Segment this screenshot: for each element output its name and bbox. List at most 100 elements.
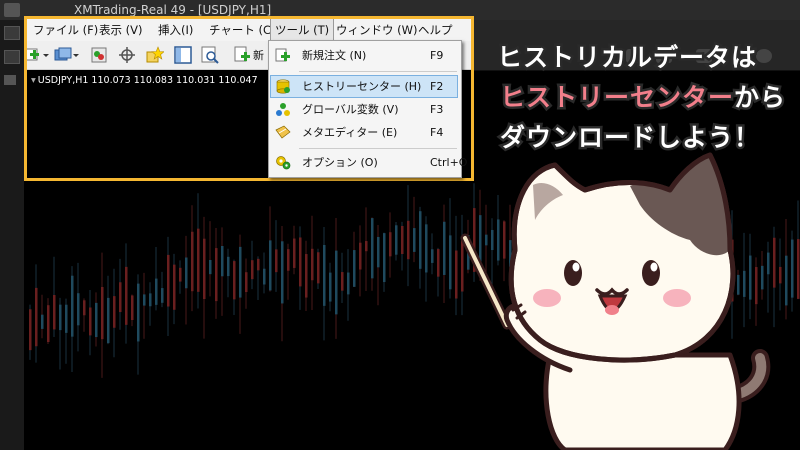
global-variables-icon xyxy=(276,103,290,116)
navigator-crosshair-icon[interactable] xyxy=(118,46,136,64)
meta-editor-icon xyxy=(275,125,291,139)
menu-window[interactable]: ウィンドウ (W) xyxy=(332,19,422,41)
dropdown-arrow-icon[interactable] xyxy=(41,46,51,64)
menu-item-history-center[interactable]: ヒストリーセンター (H) F2 xyxy=(270,75,458,98)
background-candle-body xyxy=(143,294,146,306)
menu-item-shortcut: F4 xyxy=(430,126,444,139)
annotation-text: ヒストリカルデータは xyxy=(494,41,758,75)
background-candle-body xyxy=(137,283,140,342)
background-candle-body xyxy=(389,232,392,257)
background-candle-body xyxy=(77,293,80,326)
background-candle-body xyxy=(221,245,224,277)
background-candle-body xyxy=(215,248,218,302)
background-candle-body xyxy=(371,218,374,279)
new-chart-plus-icon[interactable] xyxy=(24,46,41,64)
menu-item-meta-editor[interactable]: メタエディター (E) F4 xyxy=(270,121,458,144)
menu-file[interactable]: ファイル (F) xyxy=(29,19,102,41)
new-order-icon xyxy=(275,48,290,62)
background-candle-body xyxy=(437,249,440,277)
background-candle-body xyxy=(125,266,128,325)
background-candle-body xyxy=(425,224,428,273)
menu-item-new-order[interactable]: 新規注文 (N) F9 xyxy=(270,44,458,67)
background-candle-body xyxy=(413,228,416,252)
chart-window-icon[interactable] xyxy=(4,26,20,40)
background-candle-body xyxy=(59,304,62,331)
options-icon xyxy=(276,156,291,170)
menu-item-shortcut: F3 xyxy=(430,103,444,116)
strategy-tester-icon[interactable] xyxy=(201,46,219,64)
menu-separator xyxy=(299,71,457,72)
favorites-star-icon[interactable] xyxy=(146,46,164,64)
market-watch-icon[interactable] xyxy=(90,46,108,64)
terminal-window-icon[interactable] xyxy=(174,46,192,64)
menu-item-options[interactable]: オプション (O) Ctrl+O xyxy=(270,151,467,174)
background-candle-body xyxy=(173,264,176,310)
background-candle-body xyxy=(113,296,116,328)
background-candle-body xyxy=(185,257,188,289)
background-candle-body xyxy=(317,252,320,284)
menu-separator xyxy=(299,148,457,149)
menu-item-label: メタエディター (E) xyxy=(302,126,398,139)
background-candle-body xyxy=(443,221,446,275)
clock-icon[interactable] xyxy=(756,49,772,63)
background-candle-body xyxy=(179,267,182,282)
background-candle-body xyxy=(449,235,452,290)
menu-item-label: ヒストリーセンター (H) xyxy=(302,80,422,93)
background-candle-body xyxy=(287,249,290,271)
new-order-toolbar-label[interactable]: 新 xyxy=(253,47,264,63)
background-candle-body xyxy=(29,309,32,351)
background-candle-body xyxy=(383,233,386,283)
collapse-arrow-icon[interactable] xyxy=(4,75,16,85)
background-candle-body xyxy=(305,254,308,298)
background-candle-body xyxy=(71,275,74,337)
menu-help[interactable]: ヘルプ (H) xyxy=(414,19,471,59)
new-chart-icon[interactable] xyxy=(4,50,20,64)
background-candle-body xyxy=(119,282,122,313)
background-candle-body xyxy=(257,258,260,271)
annotation-text: から xyxy=(732,81,788,115)
menu-tools[interactable]: ツール (T) xyxy=(269,19,335,42)
menu-item-global-variables[interactable]: グローバル変数 (V) F3 xyxy=(270,98,458,121)
app-icon xyxy=(4,3,20,17)
history-center-icon xyxy=(276,79,290,94)
background-candle-body xyxy=(167,254,170,307)
new-order-toolbar-icon[interactable] xyxy=(233,46,251,64)
background-candle-body xyxy=(329,272,332,302)
background-candle-body xyxy=(335,250,338,315)
background-candle-body xyxy=(107,297,110,344)
annotation-line-2: ヒストリーセンターから xyxy=(497,78,788,115)
background-candle-body xyxy=(275,249,278,273)
background-candle-body xyxy=(263,268,266,285)
background-candle-body xyxy=(359,242,362,270)
menubar: ファイル (F) 表示 (V) 挿入(I) チャート (C) ツール (T) ウ… xyxy=(27,19,471,59)
background-candle-body xyxy=(47,305,50,343)
background-candle-body xyxy=(293,238,296,268)
background-candle-body xyxy=(323,245,326,306)
background-candle-body xyxy=(53,295,56,330)
chart-symbol-label: ▾ USDJPY,H1 110.073 110.083 110.031 110.0… xyxy=(31,75,258,86)
background-candle-body xyxy=(191,231,194,292)
background-candle-body xyxy=(65,304,68,333)
background-candle-body xyxy=(89,307,92,336)
cat-mascot-illustration xyxy=(460,152,771,450)
background-candle-body xyxy=(239,246,242,298)
background-candle-body xyxy=(197,228,200,292)
profiles-dropdown-arrow-icon[interactable] xyxy=(71,46,81,64)
background-candle-body xyxy=(227,256,230,277)
background-candle-body xyxy=(35,287,38,347)
background-candle-body xyxy=(311,248,314,281)
profiles-icon[interactable] xyxy=(54,46,72,64)
chart-collapse-arrow-icon[interactable]: ▾ xyxy=(31,75,36,86)
menu-view[interactable]: 表示 (V) xyxy=(95,19,147,41)
menu-item-shortcut: F9 xyxy=(430,49,444,62)
menu-insert[interactable]: 挿入(I) xyxy=(154,19,197,41)
background-candle-body xyxy=(161,288,164,303)
background-candle-body xyxy=(269,240,272,291)
background-candle-body xyxy=(251,260,254,280)
background-candle-body xyxy=(395,225,398,255)
background-candle-body xyxy=(401,225,404,255)
menu-chart[interactable]: チャート (C) xyxy=(205,19,280,41)
background-candle-body xyxy=(377,236,380,268)
background-candle-body xyxy=(95,302,98,338)
background-candle-body xyxy=(353,250,356,287)
